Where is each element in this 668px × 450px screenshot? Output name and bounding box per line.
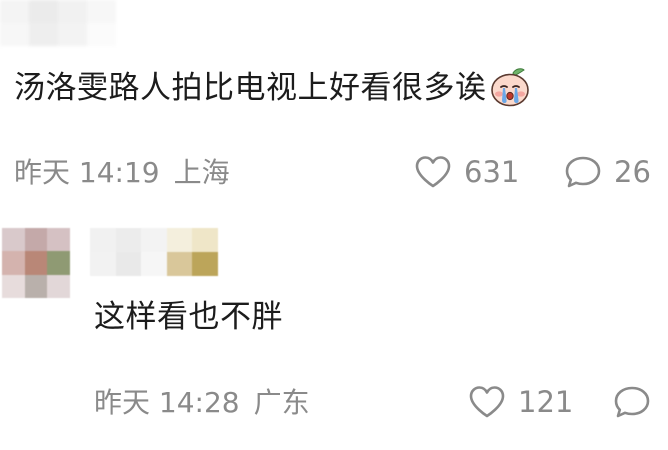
username-blurred (0, 0, 116, 46)
crying-face-sticker (489, 67, 531, 107)
avatar[interactable] (2, 228, 70, 298)
reply-count: 26 (614, 155, 651, 189)
comment-meta: 昨天 14:28 广东 (94, 386, 310, 420)
comment-time: 昨天 14:19 (14, 156, 160, 189)
like-count: 631 (464, 155, 520, 189)
comment-body: 这样看也不胖 (94, 299, 283, 335)
comment-body: 汤洛雯路人拍比电视上好看很多诶 (14, 70, 487, 106)
reply-button[interactable]: 26 (564, 155, 651, 189)
comment-location: 广东 (253, 386, 310, 419)
comment-time: 昨天 14:28 (94, 386, 240, 419)
speech-bubble-icon (565, 156, 601, 188)
speech-bubble-icon (614, 386, 650, 418)
comment-text: 汤洛雯路人拍比电视上好看很多诶 (14, 67, 531, 110)
heart-outline-icon (415, 156, 451, 188)
comment-meta: 昨天 14:19 上海 (14, 156, 230, 190)
like-count: 121 (518, 385, 574, 419)
like-button[interactable]: 121 (468, 385, 573, 419)
username-blurred[interactable] (90, 228, 218, 276)
heart-outline-icon (469, 386, 505, 418)
reply-button[interactable] (613, 385, 651, 419)
comment-location: 上海 (173, 156, 230, 189)
like-button[interactable]: 631 (414, 155, 519, 189)
